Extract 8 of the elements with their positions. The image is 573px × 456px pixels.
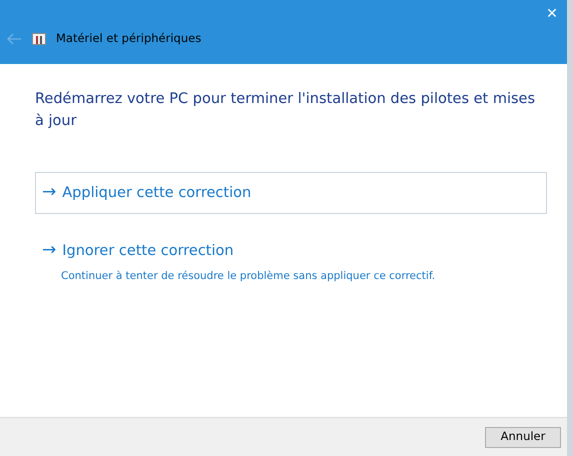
option-description: Continuer à tenter de résoudre le problème sans appliquer ce correctif. <box>60 269 436 284</box>
back-arrow-icon[interactable] <box>6 32 22 45</box>
window-title: Matériel et périphériques <box>56 30 202 47</box>
device-icon <box>32 32 46 45</box>
close-button[interactable]: ✕ <box>537 0 567 28</box>
option-link[interactable]: → Appliquer cette correction <box>35 172 547 214</box>
cancel-button[interactable]: Annuler <box>485 426 561 448</box>
heading: Redémarrez votre PC pour terminer l'installation des pilotes et mises à jour <box>35 90 536 131</box>
